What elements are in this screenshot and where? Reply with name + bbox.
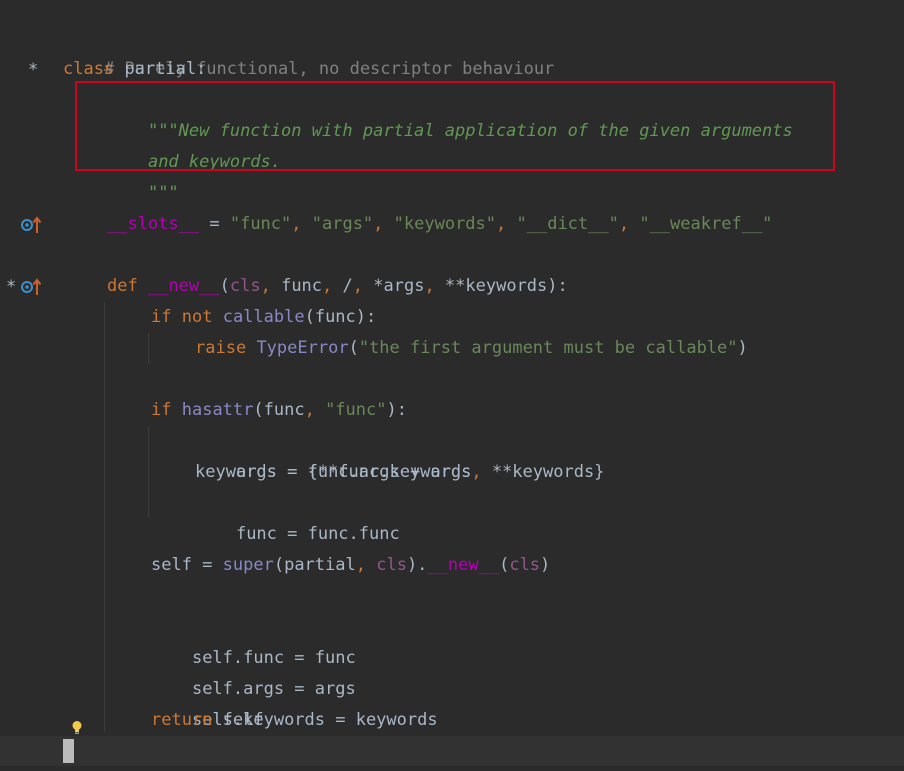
param-cls: cls <box>229 276 261 296</box>
function-name: __new__ <box>147 276 220 296</box>
indent-guide <box>148 333 149 364</box>
code-line[interactable]: return self <box>151 705 264 736</box>
comma: , <box>355 555 377 575</box>
code-line[interactable]: __slots__ = "func", "args", "keywords", … <box>107 209 772 240</box>
comma: , <box>618 214 640 234</box>
keyword: if <box>151 400 172 420</box>
docstring: """ <box>147 183 179 203</box>
string-literal: "func" <box>325 400 387 420</box>
paren: ): <box>547 276 568 296</box>
code-line[interactable]: # Purely functional, no descriptor behav… <box>63 23 554 79</box>
dunder-name: __slots__ <box>107 214 200 234</box>
comma: , <box>496 214 517 234</box>
code-text: ). <box>406 555 428 575</box>
comma: , <box>260 276 282 296</box>
keyword: class <box>63 59 115 79</box>
lightbulb-icon[interactable] <box>71 720 83 736</box>
code-line[interactable]: keywords = {**func.keywords, **keywords} <box>195 457 604 488</box>
keyword: return <box>151 710 213 730</box>
operator: = <box>199 214 230 234</box>
param-cls: cls <box>509 555 541 575</box>
code-text: **keywords} <box>491 462 605 482</box>
code-text: (partial <box>273 555 356 575</box>
string-literal: "__dict__" <box>516 214 619 234</box>
bookmark-marker-new[interactable]: * <box>6 277 16 297</box>
code-text: keywords = {**func.keywords <box>195 462 472 482</box>
code-text: func = func.func <box>235 524 400 544</box>
paren: ) <box>737 338 748 358</box>
param-cls: cls <box>376 555 407 575</box>
builtin: TypeError <box>256 338 349 358</box>
paren: ) <box>540 555 551 575</box>
code-text: self <box>212 710 264 730</box>
code-text: (func <box>253 400 305 420</box>
class-name: partial: <box>124 59 207 79</box>
code-text: self = <box>151 555 223 575</box>
indent-guide <box>104 302 105 732</box>
code-line[interactable]: self.func = func <box>151 612 356 668</box>
code-text: (func): <box>304 307 377 327</box>
keyword: not <box>181 307 213 327</box>
docstring-highlight-box <box>75 81 835 171</box>
override-up-arrow-icon[interactable] <box>20 277 42 297</box>
string-literal: "__weakref__" <box>639 214 773 234</box>
code-line[interactable]: self = super(partial, cls).__new__(cls) <box>151 550 550 581</box>
param: func <box>281 276 323 296</box>
comma: , <box>304 400 326 420</box>
builtin: super <box>222 555 274 575</box>
code-line[interactable]: func = func.func <box>195 488 400 544</box>
comma: , <box>373 214 394 234</box>
code-line[interactable]: if not callable(func): <box>151 302 376 333</box>
comma: , <box>291 214 312 234</box>
text-caret <box>63 739 74 763</box>
paren: ( <box>348 338 359 358</box>
dunder-name: __new__ <box>427 555 500 575</box>
param: *args <box>373 276 425 296</box>
string-literal: "the first argument must be callable" <box>358 338 738 358</box>
paren: ( <box>219 276 230 296</box>
string-literal: "func" <box>229 214 292 234</box>
comma: , <box>424 276 445 296</box>
code-editor[interactable]: * * # Purely functional, no descriptor b… <box>0 0 904 771</box>
comma: , <box>471 462 492 482</box>
string-literal: "args" <box>311 214 374 234</box>
keyword: def <box>107 276 138 296</box>
comma: , <box>352 276 374 296</box>
code-line[interactable]: args = func.args + args <box>195 426 471 482</box>
param: **keywords <box>444 276 548 296</box>
keyword: if <box>151 307 172 327</box>
code-line[interactable]: self.args = args <box>151 643 356 699</box>
code-line[interactable]: raise TypeError("the first argument must… <box>195 333 748 364</box>
code-line[interactable]: if hasattr(func, "func"): <box>151 395 407 426</box>
code-line[interactable]: self.keywords = keywords <box>151 674 438 730</box>
indent-guide <box>148 426 149 518</box>
current-line-highlight <box>0 736 904 766</box>
override-up-arrow-icon[interactable] <box>20 215 42 235</box>
paren: ( <box>499 555 510 575</box>
builtin: hasattr <box>181 400 254 420</box>
keyword: raise <box>195 338 247 358</box>
bookmark-marker-class[interactable]: * <box>28 60 38 80</box>
param: / <box>342 276 353 296</box>
paren: ): <box>386 400 407 420</box>
code-line[interactable]: def __new__(cls, func, /, *args, **keywo… <box>107 271 568 302</box>
builtin: callable <box>222 307 305 327</box>
comma: , <box>322 276 343 296</box>
editor-gutter <box>0 0 52 771</box>
string-literal: "keywords" <box>393 214 497 234</box>
